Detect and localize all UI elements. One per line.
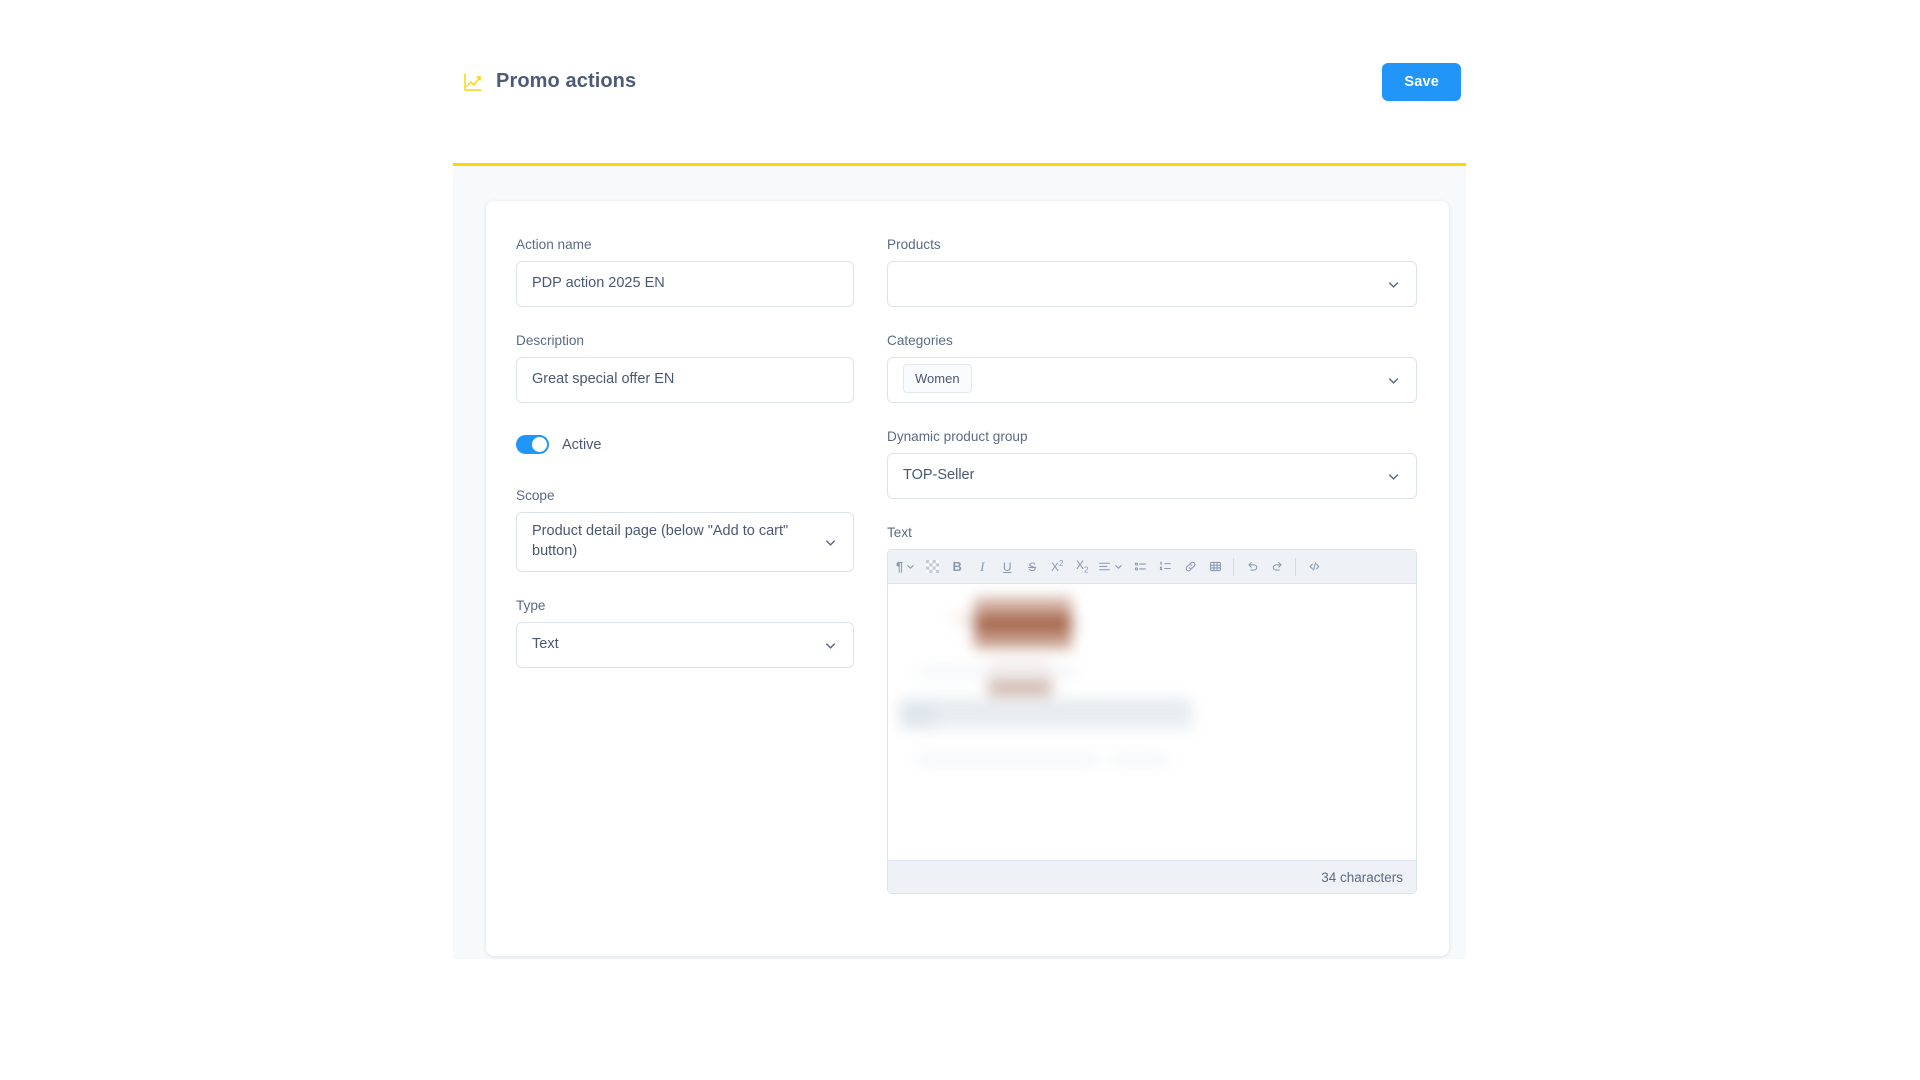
page-body: Action name PDP action 2025 EN Descripti… [453,166,1466,959]
text-label: Text [887,525,912,540]
paragraph-format-icon[interactable]: ¶ [893,554,919,580]
field-scope: Scope Product detail page (below "Add to… [516,488,854,572]
undo-icon[interactable] [1240,554,1264,580]
scope-select[interactable]: Product detail page (below "Add to cart"… [516,512,854,572]
align-icon[interactable] [1095,554,1127,580]
action-name-label: Action name [516,237,592,252]
field-action-name: Action name PDP action 2025 EN [516,237,854,307]
field-text-editor: Text ¶ B I U S X2 X2 34 characters [887,525,1417,894]
redo-icon[interactable] [1265,554,1289,580]
type-value: Text [532,636,559,653]
page-header: Promo actions Save [453,0,1466,166]
chevron-down-icon [1386,469,1401,484]
header-title-group: Promo actions [463,70,636,93]
line-chart-icon [463,72,483,92]
promo-action-page: Promo actions Save Action name PDP actio… [453,0,1466,1080]
chevron-down-icon [1386,277,1401,292]
chevron-down-icon [823,638,838,653]
field-description: Description Great special offer EN [516,333,854,403]
type-label: Type [516,598,546,613]
form-column-left: Action name PDP action 2025 EN Descripti… [516,237,854,916]
field-type: Type Text [516,598,854,668]
table-icon[interactable] [1203,554,1227,580]
category-tag[interactable]: Women [903,364,972,394]
link-icon[interactable] [1178,554,1202,580]
action-name-value: PDP action 2025 EN [532,275,665,292]
categories-label: Categories [887,333,953,348]
bullet-list-icon[interactable] [1128,554,1152,580]
text-color-icon[interactable] [920,554,944,580]
dynamic-product-group-label: Dynamic product group [887,429,1028,444]
toolbar-separator [1233,557,1235,576]
categories-tags: Women [903,364,1386,394]
redacted-content [888,584,1416,860]
editor-toolbar: ¶ B I U S X2 X2 [888,550,1416,584]
superscript-icon[interactable]: X2 [1045,554,1069,580]
products-select[interactable] [887,261,1417,307]
italic-icon[interactable]: I [970,554,994,580]
form-column-right: Products Categories Women Dynamic produc… [887,237,1417,916]
strikethrough-icon[interactable]: S [1020,554,1044,580]
active-toggle-label: Active [562,436,602,453]
dynamic-product-group-value: TOP-Seller [903,467,975,484]
scope-value: Product detail page (below "Add to cart"… [532,523,789,559]
dynamic-product-group-select[interactable]: TOP-Seller [887,453,1417,499]
field-categories: Categories Women [887,333,1417,403]
field-products: Products [887,237,1417,307]
active-toggle-row: Active [516,435,854,454]
bold-icon[interactable]: B [945,554,969,580]
chevron-down-icon [823,535,838,550]
save-button[interactable]: Save [1382,62,1461,101]
numbered-list-icon[interactable] [1153,554,1177,580]
toolbar-separator [1295,557,1297,576]
form-card: Action name PDP action 2025 EN Descripti… [486,201,1449,956]
character-count: 34 characters [888,860,1416,893]
chevron-down-icon [1386,373,1401,388]
active-toggle[interactable] [516,435,549,454]
editor-content-area[interactable] [888,584,1416,860]
description-input[interactable]: Great special offer EN [516,357,854,403]
rich-text-editor: ¶ B I U S X2 X2 34 characters [887,549,1417,894]
categories-select[interactable]: Women [887,357,1417,403]
description-label: Description [516,333,584,348]
type-select[interactable]: Text [516,622,854,668]
description-value: Great special offer EN [532,371,675,388]
subscript-icon[interactable]: X2 [1070,554,1094,580]
action-name-input[interactable]: PDP action 2025 EN [516,261,854,307]
scope-label: Scope [516,488,555,503]
underline-icon[interactable]: U [995,554,1019,580]
field-dynamic-product-group: Dynamic product group TOP-Seller [887,429,1417,499]
page-title: Promo actions [496,70,637,92]
products-label: Products [887,237,941,252]
source-code-icon[interactable] [1302,554,1326,580]
